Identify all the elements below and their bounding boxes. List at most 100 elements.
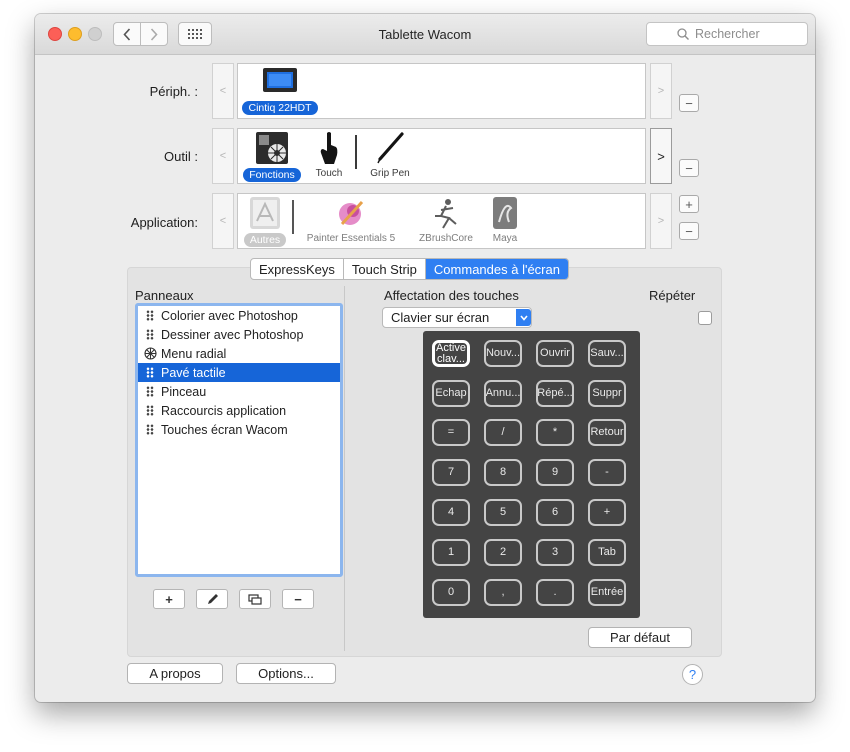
maya-icon bbox=[493, 197, 517, 229]
list-item[interactable]: Pinceau bbox=[138, 382, 340, 401]
duplicate-panel-button[interactable] bbox=[239, 589, 271, 609]
keypad-key[interactable]: + bbox=[588, 499, 626, 526]
list-item-label: Pinceau bbox=[161, 384, 207, 399]
tool-scroll-right[interactable]: > bbox=[650, 128, 672, 184]
radial-menu-icon bbox=[142, 347, 158, 360]
tool-scroll-left[interactable]: < bbox=[212, 128, 234, 184]
tool-separator bbox=[355, 135, 357, 169]
pen-icon bbox=[377, 132, 404, 164]
keypad-key[interactable]: Annu... bbox=[484, 380, 522, 407]
device-cintiq[interactable]: Cintiq 22HDT bbox=[240, 66, 320, 115]
list-item-label: Colorier avec Photoshop bbox=[161, 308, 298, 323]
periph-scroll-right[interactable]: > bbox=[650, 63, 672, 119]
add-application-button[interactable]: + bbox=[679, 195, 699, 213]
keypad-key[interactable]: Répé... bbox=[536, 380, 574, 407]
tool-touch[interactable]: Touch bbox=[308, 131, 350, 179]
app-scroll-left[interactable]: < bbox=[212, 193, 234, 249]
functions-icon bbox=[256, 132, 288, 164]
keypad-key[interactable]: Sauv... bbox=[588, 340, 626, 367]
list-item[interactable]: Pavé tactile bbox=[138, 363, 340, 382]
keypad-key[interactable]: Suppr bbox=[588, 380, 626, 407]
keypad-key[interactable]: 1 bbox=[432, 539, 470, 566]
list-item-label: Dessiner avec Photoshop bbox=[161, 327, 304, 342]
preferences-window: Tablette Wacom Rechercher Périph. : < Ci… bbox=[35, 14, 815, 702]
list-item[interactable]: Dessiner avec Photoshop bbox=[138, 325, 340, 344]
app-painter[interactable]: Painter Essentials 5 bbox=[300, 196, 402, 244]
zbrush-icon bbox=[435, 199, 457, 229]
remove-tool-button[interactable]: − bbox=[679, 159, 699, 177]
keypad-key[interactable]: * bbox=[536, 419, 574, 446]
keypad-key[interactable]: Tab bbox=[588, 539, 626, 566]
keypad-key[interactable]: - bbox=[588, 459, 626, 486]
grip-icon bbox=[142, 329, 158, 340]
app-scroll-right[interactable]: > bbox=[650, 193, 672, 249]
tab-expresskeys[interactable]: ExpressKeys bbox=[251, 259, 344, 279]
tool-grip-pen[interactable]: Grip Pen bbox=[362, 131, 418, 179]
grip-icon bbox=[142, 310, 158, 321]
keypad-key[interactable]: Entrée bbox=[588, 579, 626, 606]
keypad-key[interactable]: Nouv... bbox=[484, 340, 522, 367]
tab-on-screen-controls[interactable]: Commandes à l'écran bbox=[425, 259, 568, 279]
keypad-key[interactable]: / bbox=[484, 419, 522, 446]
app-name: Maya bbox=[492, 233, 518, 244]
tool-name: Grip Pen bbox=[370, 168, 410, 179]
about-button[interactable]: A propos bbox=[127, 663, 223, 684]
tablet-icon bbox=[263, 68, 297, 92]
app-name: Painter Essentials 5 bbox=[306, 233, 396, 244]
app-zbrushcore[interactable]: ZBrushCore bbox=[410, 196, 482, 244]
app-name: Autres bbox=[243, 233, 287, 247]
device-strip: Cintiq 22HDT bbox=[237, 63, 646, 119]
repeat-checkbox[interactable] bbox=[698, 311, 712, 325]
keypad-key[interactable]: 5 bbox=[484, 499, 522, 526]
remove-application-button[interactable]: − bbox=[679, 222, 699, 240]
keypad-key[interactable]: = bbox=[432, 419, 470, 446]
search-field[interactable]: Rechercher bbox=[646, 22, 808, 46]
keypad-key[interactable]: Ouvrir bbox=[536, 340, 574, 367]
keypad-key[interactable]: . bbox=[536, 579, 574, 606]
tab-touch-strip[interactable]: Touch Strip bbox=[344, 259, 426, 279]
keypad-key[interactable]: 6 bbox=[536, 499, 574, 526]
keypad-key[interactable]: 4 bbox=[432, 499, 470, 526]
panels-list: Colorier avec Photoshop Dessiner avec Pho… bbox=[135, 303, 343, 577]
keypad-key[interactable]: Retour bbox=[588, 419, 626, 446]
list-item[interactable]: Touches écran Wacom bbox=[138, 420, 340, 439]
options-button[interactable]: Options... bbox=[236, 663, 336, 684]
keypad-key[interactable]: 8 bbox=[484, 459, 522, 486]
app-maya[interactable]: Maya bbox=[480, 196, 530, 244]
application-label: Application: bbox=[130, 215, 198, 230]
key-assignment-select[interactable]: Clavier sur écran bbox=[382, 307, 532, 328]
tool-fonctions[interactable]: Fonctions bbox=[240, 131, 304, 182]
app-autres[interactable]: Autres bbox=[240, 196, 290, 247]
keypad-key[interactable]: 3 bbox=[536, 539, 574, 566]
tab-bar: ExpressKeys Touch Strip Commandes à l'éc… bbox=[250, 258, 569, 280]
periph-scroll-left[interactable]: < bbox=[212, 63, 234, 119]
keypad-key[interactable]: Echap bbox=[432, 380, 470, 407]
periph-label: Périph. : bbox=[149, 84, 198, 99]
remove-device-button[interactable]: − bbox=[679, 94, 699, 112]
edit-panel-button[interactable] bbox=[196, 589, 228, 609]
keypad-key[interactable]: 9 bbox=[536, 459, 574, 486]
title-bar: Tablette Wacom Rechercher bbox=[35, 14, 815, 55]
list-item[interactable]: Raccourcis application bbox=[138, 401, 340, 420]
keypad-key[interactable]: , bbox=[484, 579, 522, 606]
search-placeholder: Rechercher bbox=[695, 27, 760, 41]
app-name: ZBrushCore bbox=[419, 233, 473, 244]
repeat-label: Répéter bbox=[649, 288, 696, 303]
search-icon bbox=[677, 28, 689, 40]
default-button[interactable]: Par défaut bbox=[588, 627, 692, 648]
list-item-label: Touches écran Wacom bbox=[161, 422, 288, 437]
help-button[interactable]: ? bbox=[682, 664, 703, 685]
keypad-key[interactable]: 7 bbox=[432, 459, 470, 486]
list-item[interactable]: Colorier avec Photoshop bbox=[138, 306, 340, 325]
keypad-key[interactable]: Active clav... bbox=[432, 340, 470, 367]
tool-name: Touch bbox=[315, 168, 343, 179]
remove-panel-button[interactable]: − bbox=[282, 589, 314, 609]
list-item[interactable]: Menu radial bbox=[138, 344, 340, 363]
add-panel-button[interactable]: + bbox=[153, 589, 185, 609]
keypad-key[interactable]: 2 bbox=[484, 539, 522, 566]
applications-icon bbox=[250, 197, 280, 229]
keypad-key[interactable]: 0 bbox=[432, 579, 470, 606]
application-strip: Autres Painter Essentials 5 ZBrushCore M… bbox=[237, 193, 646, 249]
hand-touch-icon bbox=[320, 132, 338, 164]
on-screen-keypad: Active clav... Nouv... Ouvrir Sauv... Echap A… bbox=[423, 331, 640, 618]
